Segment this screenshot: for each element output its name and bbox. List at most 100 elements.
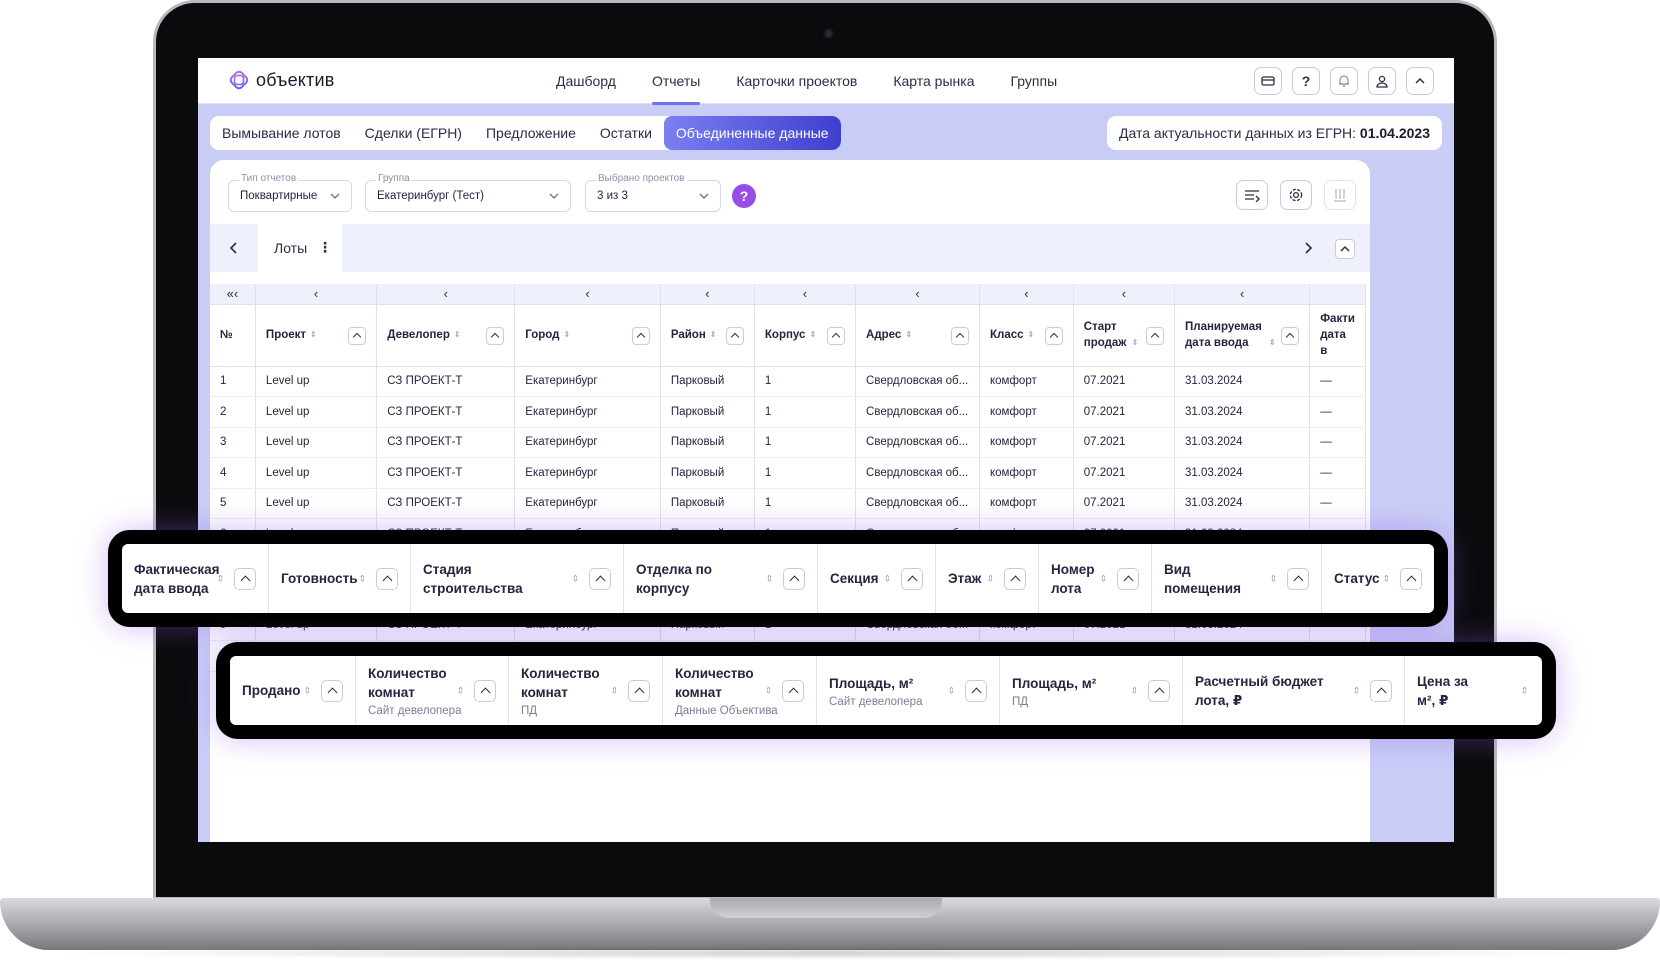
sort-icon[interactable]: ⇕ [1028, 327, 1035, 343]
chevron-left-icon[interactable]: ‹ [979, 284, 1074, 305]
chevron-left-icon[interactable]: ‹ [660, 284, 755, 305]
collapse-column-button[interactable] [1148, 679, 1170, 702]
collapse-column-button[interactable] [951, 326, 969, 345]
sort-icon[interactable]: ⇕ [986, 573, 994, 584]
tab-remains[interactable]: Остатки [588, 116, 664, 150]
column-header[interactable]: Площадь, м² Сайт девелопера ⇕ [817, 656, 1000, 725]
sort-icon[interactable]: ⇕ [1132, 335, 1139, 351]
collapse-column-button[interactable] [1400, 567, 1422, 590]
collapse-column-button[interactable] [486, 326, 505, 345]
column-header[interactable]: Статус ⇕ [1322, 544, 1434, 613]
sheet-tab-lots[interactable]: Лоты ⋮ [258, 224, 342, 272]
table-row[interactable]: 2 Level up СЗ ПРОЕКТ-Т Екатеринбург Парковый… [210, 396, 1366, 428]
collapse-column-button[interactable] [1281, 326, 1300, 345]
bell-icon[interactable] [1330, 67, 1358, 95]
collapse-column-button[interactable] [589, 567, 611, 590]
sort-icon[interactable]: ⇕ [809, 327, 816, 343]
sort-icon[interactable]: ⇕ [1382, 573, 1390, 584]
column-header[interactable]: Факти дата в [1309, 304, 1366, 367]
help-icon[interactable]: ? [1292, 67, 1320, 95]
sort-icon[interactable]: ⇕ [310, 327, 317, 343]
collapse-column-button[interactable] [234, 567, 256, 590]
table-row[interactable]: 1 Level up СЗ ПРОЕКТ-Т Екатеринбург Парковый… [210, 366, 1366, 397]
table-row[interactable]: 4 Level up СЗ ПРОЕКТ-Т Екатеринбург Парковый… [210, 457, 1366, 489]
column-header[interactable]: Вид помещения ⇕ [1152, 544, 1322, 613]
column-header[interactable]: Цена за м², ₽ ⇕ [1405, 656, 1542, 725]
collapse-column-button[interactable] [827, 326, 846, 345]
chevron-up-icon[interactable] [1406, 67, 1434, 95]
chevron-left-icon[interactable]: ‹ [1174, 284, 1311, 305]
chevron-left-icon[interactable]: ‹ [1073, 284, 1176, 305]
settings-button[interactable] [1280, 180, 1312, 210]
sort-icon[interactable]: ⇕ [765, 573, 773, 584]
group-select[interactable]: Группа Екатеринбург (Тест) [365, 173, 571, 212]
column-header[interactable]: Количество комнат ПД ⇕ [509, 656, 663, 725]
chevron-left-icon[interactable]: ‹ [255, 284, 378, 305]
column-header[interactable]: № [210, 304, 256, 367]
export-button[interactable] [1324, 180, 1356, 210]
nav-project-cards[interactable]: Карточки проектов [718, 58, 875, 104]
column-header[interactable]: Площадь, м² ПД ⇕ [1000, 656, 1183, 725]
columns-settings-button[interactable] [1236, 180, 1268, 210]
nav-reports[interactable]: Отчеты [634, 58, 718, 105]
column-header[interactable]: Продано ⇕ [230, 656, 356, 725]
column-header[interactable]: Проект ⇕ [255, 304, 378, 367]
collapse-column-button[interactable] [965, 679, 987, 702]
collapse-tabs-button[interactable] [1335, 239, 1355, 259]
sort-icon[interactable]: ⇕ [563, 327, 570, 343]
sort-icon[interactable]: ⇕ [710, 327, 717, 343]
column-header[interactable]: Готовность ⇕ [269, 544, 411, 613]
sort-icon[interactable]: ⇕ [764, 685, 772, 696]
collapse-column-button[interactable] [1370, 679, 1392, 702]
collapse-column-button[interactable] [1044, 326, 1063, 345]
sort-icon[interactable]: ⇕ [1099, 573, 1107, 584]
chevron-right-icon[interactable] [1302, 241, 1314, 255]
column-header[interactable]: Район ⇕ [660, 304, 755, 367]
column-header[interactable]: Стадия строительства ⇕ [411, 544, 624, 613]
more-icon[interactable]: ⋮ [318, 239, 332, 256]
sort-icon[interactable]: ⇕ [1269, 335, 1276, 351]
column-header[interactable]: Планируемая дата ввода ⇕ [1174, 304, 1311, 367]
sort-icon[interactable]: ⇕ [1520, 685, 1528, 696]
projects-select[interactable]: Выбрано проектов 3 из 3 [585, 173, 721, 212]
collapse-column-button[interactable] [348, 326, 367, 345]
nav-market-map[interactable]: Карта рынка [875, 58, 992, 104]
table-row[interactable]: 3 Level up СЗ ПРОЕКТ-Т Екатеринбург Парковый… [210, 427, 1366, 458]
collapse-column-button[interactable] [782, 679, 804, 702]
chevron-left-icon[interactable]: ‹ [855, 284, 980, 305]
collapse-column-button[interactable] [376, 567, 398, 590]
sort-icon[interactable]: ⇕ [454, 327, 461, 343]
column-header[interactable]: Секция ⇕ [818, 544, 936, 613]
sort-icon[interactable]: ⇕ [358, 573, 366, 584]
collapse-column-button[interactable] [631, 326, 650, 345]
column-header[interactable]: Девелопер ⇕ [376, 304, 516, 367]
chevron-left-icon[interactable]: ‹ [754, 284, 857, 305]
collapse-column-button[interactable] [1146, 326, 1164, 345]
user-icon[interactable] [1368, 67, 1396, 95]
column-header[interactable]: Отделка по корпусу ⇕ [624, 544, 818, 613]
column-header[interactable]: Город ⇕ [514, 304, 661, 367]
tab-offer[interactable]: Предложение [474, 116, 588, 150]
collapse-column-button[interactable] [1287, 567, 1309, 590]
collapse-column-button[interactable] [901, 567, 923, 590]
column-header[interactable]: Фактическая дата ввода ⇕ [122, 544, 269, 613]
sort-icon[interactable]: ⇕ [571, 573, 579, 584]
nav-dashboard[interactable]: Дашборд [538, 58, 634, 104]
column-header[interactable]: Количество комнат Сайт девелопера ⇕ [356, 656, 509, 725]
column-header[interactable]: Номер лота ⇕ [1039, 544, 1152, 613]
report-type-select[interactable]: Тип отчетов Поквартирные [228, 173, 352, 212]
collapse-column-button[interactable] [783, 567, 805, 590]
column-header[interactable]: Количество комнат Данные Объектива ⇕ [663, 656, 817, 725]
sort-icon[interactable]: ⇕ [1130, 685, 1138, 696]
table-row[interactable]: 5 Level up СЗ ПРОЕКТ-Т Екатеринбург Парковый… [210, 488, 1366, 519]
nav-groups[interactable]: Группы [992, 58, 1075, 104]
column-header[interactable]: Этаж ⇕ [936, 544, 1039, 613]
filters-help-button[interactable]: ? [732, 184, 756, 208]
tab-combined-data[interactable]: Объединенные данные [663, 116, 841, 150]
sort-icon[interactable]: ⇕ [947, 685, 955, 696]
tab-lot-washout[interactable]: Вымывание лотов [210, 116, 353, 150]
column-header[interactable]: Корпус ⇕ [754, 304, 857, 367]
collapse-column-button[interactable] [628, 679, 650, 702]
collapse-column-button[interactable] [474, 679, 496, 702]
tab-deals-egrn[interactable]: Сделки (ЕГРН) [353, 116, 474, 150]
